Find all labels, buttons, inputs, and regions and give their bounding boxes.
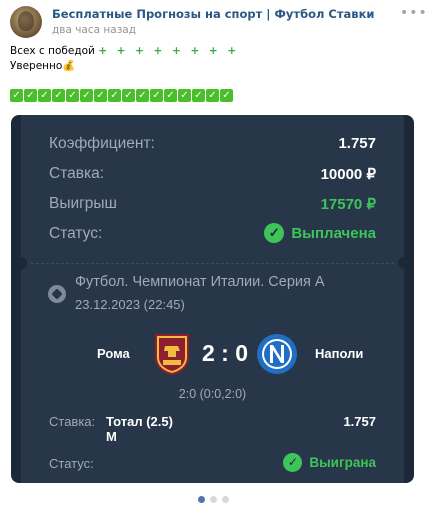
check-mark-emoji-icon: ✓ [178, 89, 191, 102]
bet-description: Тотал (2.5) М [106, 414, 173, 444]
check-mark-emoji-icon: ✓ [122, 89, 135, 102]
away-team: Наполи [315, 346, 364, 361]
check-mark-emoji-icon: ✓ [192, 89, 205, 102]
post-line-1: Всех с победой + + + + + + + + [10, 44, 239, 59]
win-value: 17570 ₽ [320, 196, 376, 213]
post-line-1-text: Всех с победой [10, 45, 95, 57]
league-name: Футбол. Чемпионат Италии. Серия А [75, 274, 325, 290]
coef-value: 1.757 [338, 135, 376, 152]
check-emoji-row: ✓ ✓ ✓ ✓ ✓ ✓ ✓ ✓ ✓ ✓ ✓ ✓ ✓ ✓ ✓ ✓ [10, 89, 233, 102]
match-date: 23.12.2023 (22:45) [75, 297, 185, 312]
match-status-label: Статус: [49, 456, 94, 471]
football-icon [48, 285, 66, 303]
post-header: Бесплатные Прогнозы на спорт | Футбол Ст… [10, 6, 427, 42]
match-score: 2 : 0 [201, 340, 249, 366]
ticket-divider [31, 263, 394, 264]
status-won: ✓ Выиграна [283, 453, 376, 472]
post-line-2: Уверенно💰 [10, 60, 76, 72]
plus-emoji-row: + + + + + + + + [98, 45, 240, 57]
win-row: Выигрыш 17570 ₽ [49, 193, 376, 217]
more-options-button[interactable]: ••• [400, 6, 427, 26]
check-circle-icon: ✓ [264, 223, 285, 243]
check-mark-emoji-icon: ✓ [136, 89, 149, 102]
home-team: Рома [97, 346, 130, 361]
half-time-score: 2:0 (0:0,2:0) [178, 387, 247, 401]
status-won-text: Выиграна [309, 455, 376, 470]
win-label: Выигрыш [49, 195, 117, 212]
check-mark-emoji-icon: ✓ [80, 89, 93, 102]
status-row: Статус: ✓ Выплачена [49, 223, 376, 247]
check-mark-emoji-icon: ✓ [10, 89, 23, 102]
bet-label: Ставка: [49, 414, 96, 429]
bet-odds: 1.757 [343, 414, 376, 429]
channel-name[interactable]: Бесплатные Прогнозы на спорт | Футбол Ст… [52, 7, 374, 21]
carousel-dots [0, 496, 427, 503]
check-mark-emoji-icon: ✓ [94, 89, 107, 102]
check-mark-emoji-icon: ✓ [164, 89, 177, 102]
check-mark-emoji-icon: ✓ [108, 89, 121, 102]
bet-ticket: Коэффициент: 1.757 Ставка: 10000 ₽ Выигр… [21, 115, 404, 483]
status-paid: ✓ Выплачена [264, 223, 376, 243]
stake-value: 10000 ₽ [320, 166, 376, 183]
napoli-crest-icon [257, 334, 297, 374]
check-mark-emoji-icon: ✓ [38, 89, 51, 102]
check-circle-icon: ✓ [283, 453, 303, 472]
channel-avatar[interactable] [10, 6, 42, 38]
roma-crest-icon [155, 334, 189, 375]
stake-row: Ставка: 10000 ₽ [49, 163, 376, 187]
ticket-notch-left [15, 257, 27, 269]
coef-row: Коэффициент: 1.757 [49, 133, 376, 157]
status-label: Статус: [49, 225, 103, 242]
post-text: Всех с победой + + + + + + + + Уверенно💰 [10, 44, 239, 74]
check-mark-emoji-icon: ✓ [66, 89, 79, 102]
status-paid-text: Выплачена [291, 224, 376, 242]
check-mark-emoji-icon: ✓ [52, 89, 65, 102]
carousel-dot[interactable] [198, 496, 205, 503]
check-mark-emoji-icon: ✓ [220, 89, 233, 102]
carousel-dot[interactable] [222, 496, 229, 503]
post-time[interactable]: два часа назад [52, 24, 136, 36]
bet-ticket-image[interactable]: Коэффициент: 1.757 Ставка: 10000 ₽ Выигр… [11, 115, 414, 483]
coef-label: Коэффициент: [49, 135, 155, 152]
stake-label: Ставка: [49, 165, 105, 182]
carousel-dot[interactable] [210, 496, 217, 503]
check-mark-emoji-icon: ✓ [150, 89, 163, 102]
check-mark-emoji-icon: ✓ [24, 89, 37, 102]
check-mark-emoji-icon: ✓ [206, 89, 219, 102]
ticket-notch-right [398, 257, 410, 269]
